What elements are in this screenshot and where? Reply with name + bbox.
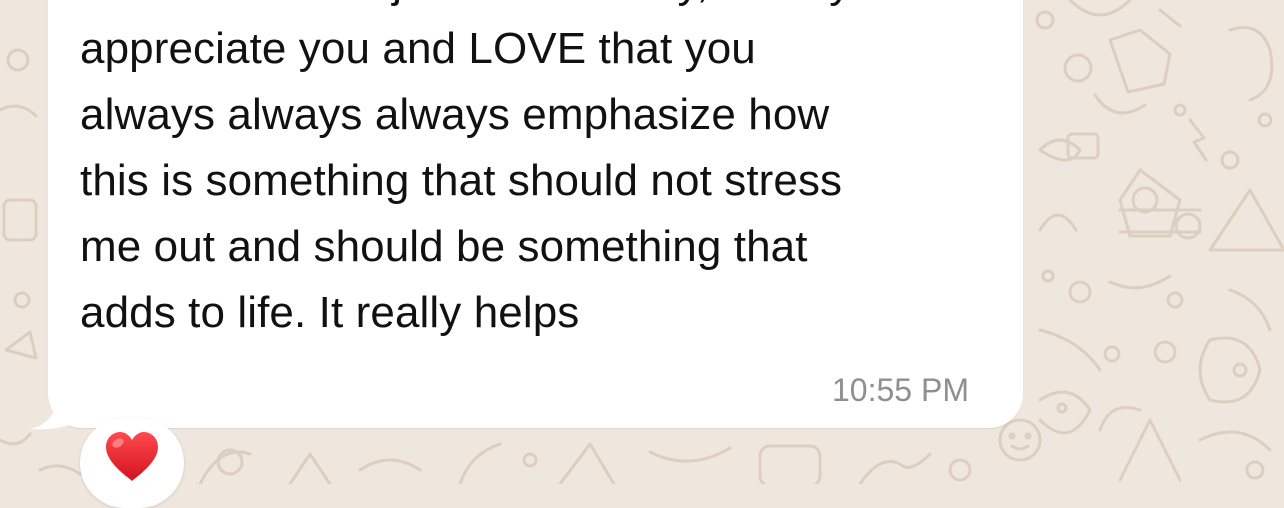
red-heart-icon <box>106 432 158 481</box>
message-text: fitness. Which I just have to say, I rea… <box>80 0 851 337</box>
message-timestamp: 10:55 PM <box>832 372 969 408</box>
bubble-tail <box>30 395 90 430</box>
